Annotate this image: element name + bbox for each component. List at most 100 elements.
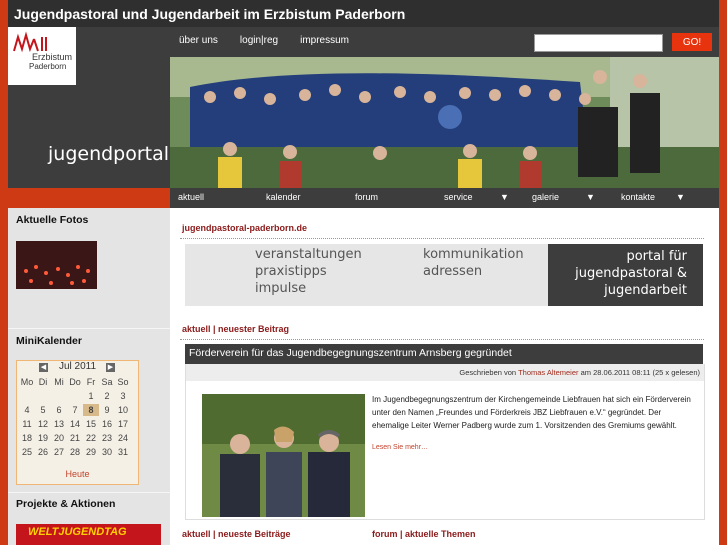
dotted-divider [180,238,704,239]
feature-item: jugendpastoral & [575,266,687,281]
calendar-day[interactable]: 14 [67,418,83,430]
calendar-month: Jul 2011 [58,361,97,372]
calendar-day[interactable]: 17 [115,418,131,430]
dotted-divider [180,339,704,340]
latest-photo-thumbnail[interactable] [16,241,97,289]
calendar-day[interactable]: 18 [19,432,35,444]
nav-service[interactable]: service [444,192,473,202]
calendar-grid: Mo Di Mi Do Fr Sa So 1 2 3 4 5 6 7 8 9 10 11 12 13 14 15 16 17 1… [19,376,131,458]
article-box: Geschrieben von Thomas Altemeier am 28.0… [185,364,705,520]
calendar-day [67,390,83,402]
topnav-imprint[interactable]: impressum [300,35,349,46]
calendar-day[interactable]: 3 [115,390,131,402]
top-nav: über uns login|reg impressum [179,35,349,46]
feature-item: kommunikation [423,247,524,262]
calendar-day[interactable]: 20 [51,432,67,444]
kontakte-chevron-down-icon[interactable]: ▼ [676,192,685,202]
feature-col-2: kommunikation adressen [423,246,524,280]
feature-item: praxistipps [255,264,327,279]
nav-aktuell[interactable]: aktuell [178,192,204,202]
calendar-day[interactable]: 24 [115,432,131,444]
nav-forum[interactable]: forum [355,192,378,202]
article-photo [202,394,365,517]
calendar-day [51,390,67,402]
calendar-day[interactable]: 9 [99,404,115,416]
calendar-weekday: Di [38,377,48,387]
article-author[interactable]: Thomas Altemeier [518,368,578,377]
calendar-day[interactable]: 22 [83,432,99,444]
calendar-day[interactable]: 16 [99,418,115,430]
calendar-day[interactable]: 7 [67,404,83,416]
service-chevron-down-icon[interactable]: ▼ [500,192,509,202]
calendar-day[interactable]: 19 [35,432,51,444]
top-bar: Jugendpastoral und Jugendarbeit im Erzbi… [8,0,719,27]
projects-heading: Projekte & Aktionen [16,498,116,510]
latest-posts-heading[interactable]: aktuell | neueste Beiträge [182,529,291,539]
calendar-day[interactable]: 29 [83,446,99,458]
search-go-button[interactable]: GO! [672,33,712,51]
feature-item: jugendarbeit [604,283,687,298]
site-crumb[interactable]: jugendpastoral-paderborn.de [182,223,307,233]
banner-text: WELTJUGENDTAG [28,526,127,538]
calendar-day[interactable]: 6 [51,404,67,416]
topnav-login[interactable]: login|reg [240,35,278,46]
main-nav: aktuell kalender forum service ▼ galerie… [170,188,719,208]
calendar-today-link[interactable]: Heute [17,469,138,479]
calendar-weekday: Fr [86,377,96,387]
nav-galerie[interactable]: galerie [532,192,559,202]
calendar-day[interactable]: 8 [83,404,99,416]
nav-kalender[interactable]: kalender [266,192,301,202]
calendar-day[interactable]: 11 [19,418,35,430]
calendar-day[interactable]: 23 [99,432,115,444]
meta-suffix: am 28.06.2011 08:11 (25 x gelesen) [580,368,700,377]
article-title-bar: Förderverein für das Jugendbegegnungszen… [185,344,703,364]
article-body: Im Jugendbegegnungszentrum der Kirchenge… [372,395,691,430]
calendar-weekday: So [117,377,129,387]
calendar-day [19,390,35,402]
calendar-next-icon[interactable]: ▶ [106,363,115,372]
feature-banner[interactable]: veranstaltungen praxistipps impulse komm… [185,244,703,306]
calendar-day[interactable]: 21 [67,432,83,444]
feature-item: portal für [626,249,687,264]
header-group-photo [170,57,719,188]
calendar-day[interactable]: 26 [35,446,51,458]
logo-text-line2: Paderborn [29,62,67,71]
mini-calendar: ◀ Jul 2011 ▶ Mo Di Mi Do Fr Sa So 1 2 3 4 5 6 7 8 9 10 11… [16,360,139,485]
read-more-link[interactable]: Lesen Sie mehr… [372,444,428,451]
calendar-day[interactable]: 28 [67,446,83,458]
article-title[interactable]: Förderverein für das Jugendbegegnungszen… [189,347,512,359]
calendar-day[interactable]: 31 [115,446,131,458]
calendar-prev-icon[interactable]: ◀ [39,363,48,372]
weltjugendtag-banner[interactable]: WELTJUGENDTAG [16,524,161,545]
article-meta-strip: Geschrieben von Thomas Altemeier am 28.0… [186,364,704,381]
calendar-day[interactable]: 5 [35,404,51,416]
feature-col-1: veranstaltungen praxistipps impulse [255,246,362,297]
sidebar-divider [8,492,170,493]
calendar-day[interactable]: 27 [51,446,67,458]
calendar-day[interactable]: 10 [115,404,131,416]
calendar-day[interactable]: 12 [35,418,51,430]
calendar-weekday: Mi [54,377,64,387]
calendar-day[interactable]: 30 [99,446,115,458]
latest-heading[interactable]: aktuell | neuester Beitrag [182,324,289,334]
calendar-day[interactable]: 15 [83,418,99,430]
header: Erzbistum Paderborn jugendportal über un… [8,27,719,188]
calendar-weekday: Mo [20,377,34,387]
calendar-day[interactable]: 1 [83,390,99,402]
calendar-heading: MiniKalender [16,335,82,347]
logo[interactable]: Erzbistum Paderborn [8,27,76,85]
galerie-chevron-down-icon[interactable]: ▼ [586,192,595,202]
feature-portal-panel: portal für jugendpastoral & jugendarbeit [548,244,703,306]
calendar-day[interactable]: 4 [19,404,35,416]
meta-prefix: Geschrieben von [459,368,517,377]
calendar-day[interactable]: 25 [19,446,35,458]
search-input[interactable] [534,34,663,52]
feature-portal-text: portal für jugendpastoral & jugendarbeit [575,248,687,299]
sidebar-divider [8,328,170,329]
nav-kontakte[interactable]: kontakte [621,192,655,202]
forum-topics-heading[interactable]: forum | aktuelle Themen [372,529,476,539]
topnav-about[interactable]: über uns [179,35,218,46]
calendar-day[interactable]: 13 [51,418,67,430]
calendar-day[interactable]: 2 [99,390,115,402]
logo-text-line1: Erzbistum [32,52,73,62]
